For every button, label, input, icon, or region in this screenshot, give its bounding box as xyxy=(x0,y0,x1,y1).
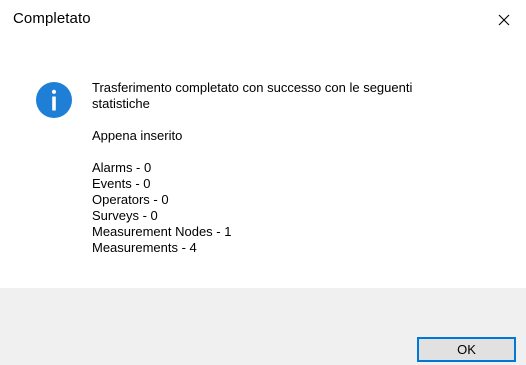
close-icon xyxy=(498,14,510,26)
info-icon xyxy=(36,82,72,118)
ok-button[interactable]: OK xyxy=(417,337,516,362)
title-bar: Completato xyxy=(0,0,526,40)
button-bar: OK xyxy=(0,288,526,365)
message-dialog: Completato Trasferimento completato con … xyxy=(0,0,526,365)
window-title: Completato xyxy=(13,10,91,27)
dialog-content: Trasferimento completato con successo co… xyxy=(0,40,526,288)
close-button[interactable] xyxy=(482,0,526,40)
dialog-message: Trasferimento completato con successo co… xyxy=(92,80,413,255)
